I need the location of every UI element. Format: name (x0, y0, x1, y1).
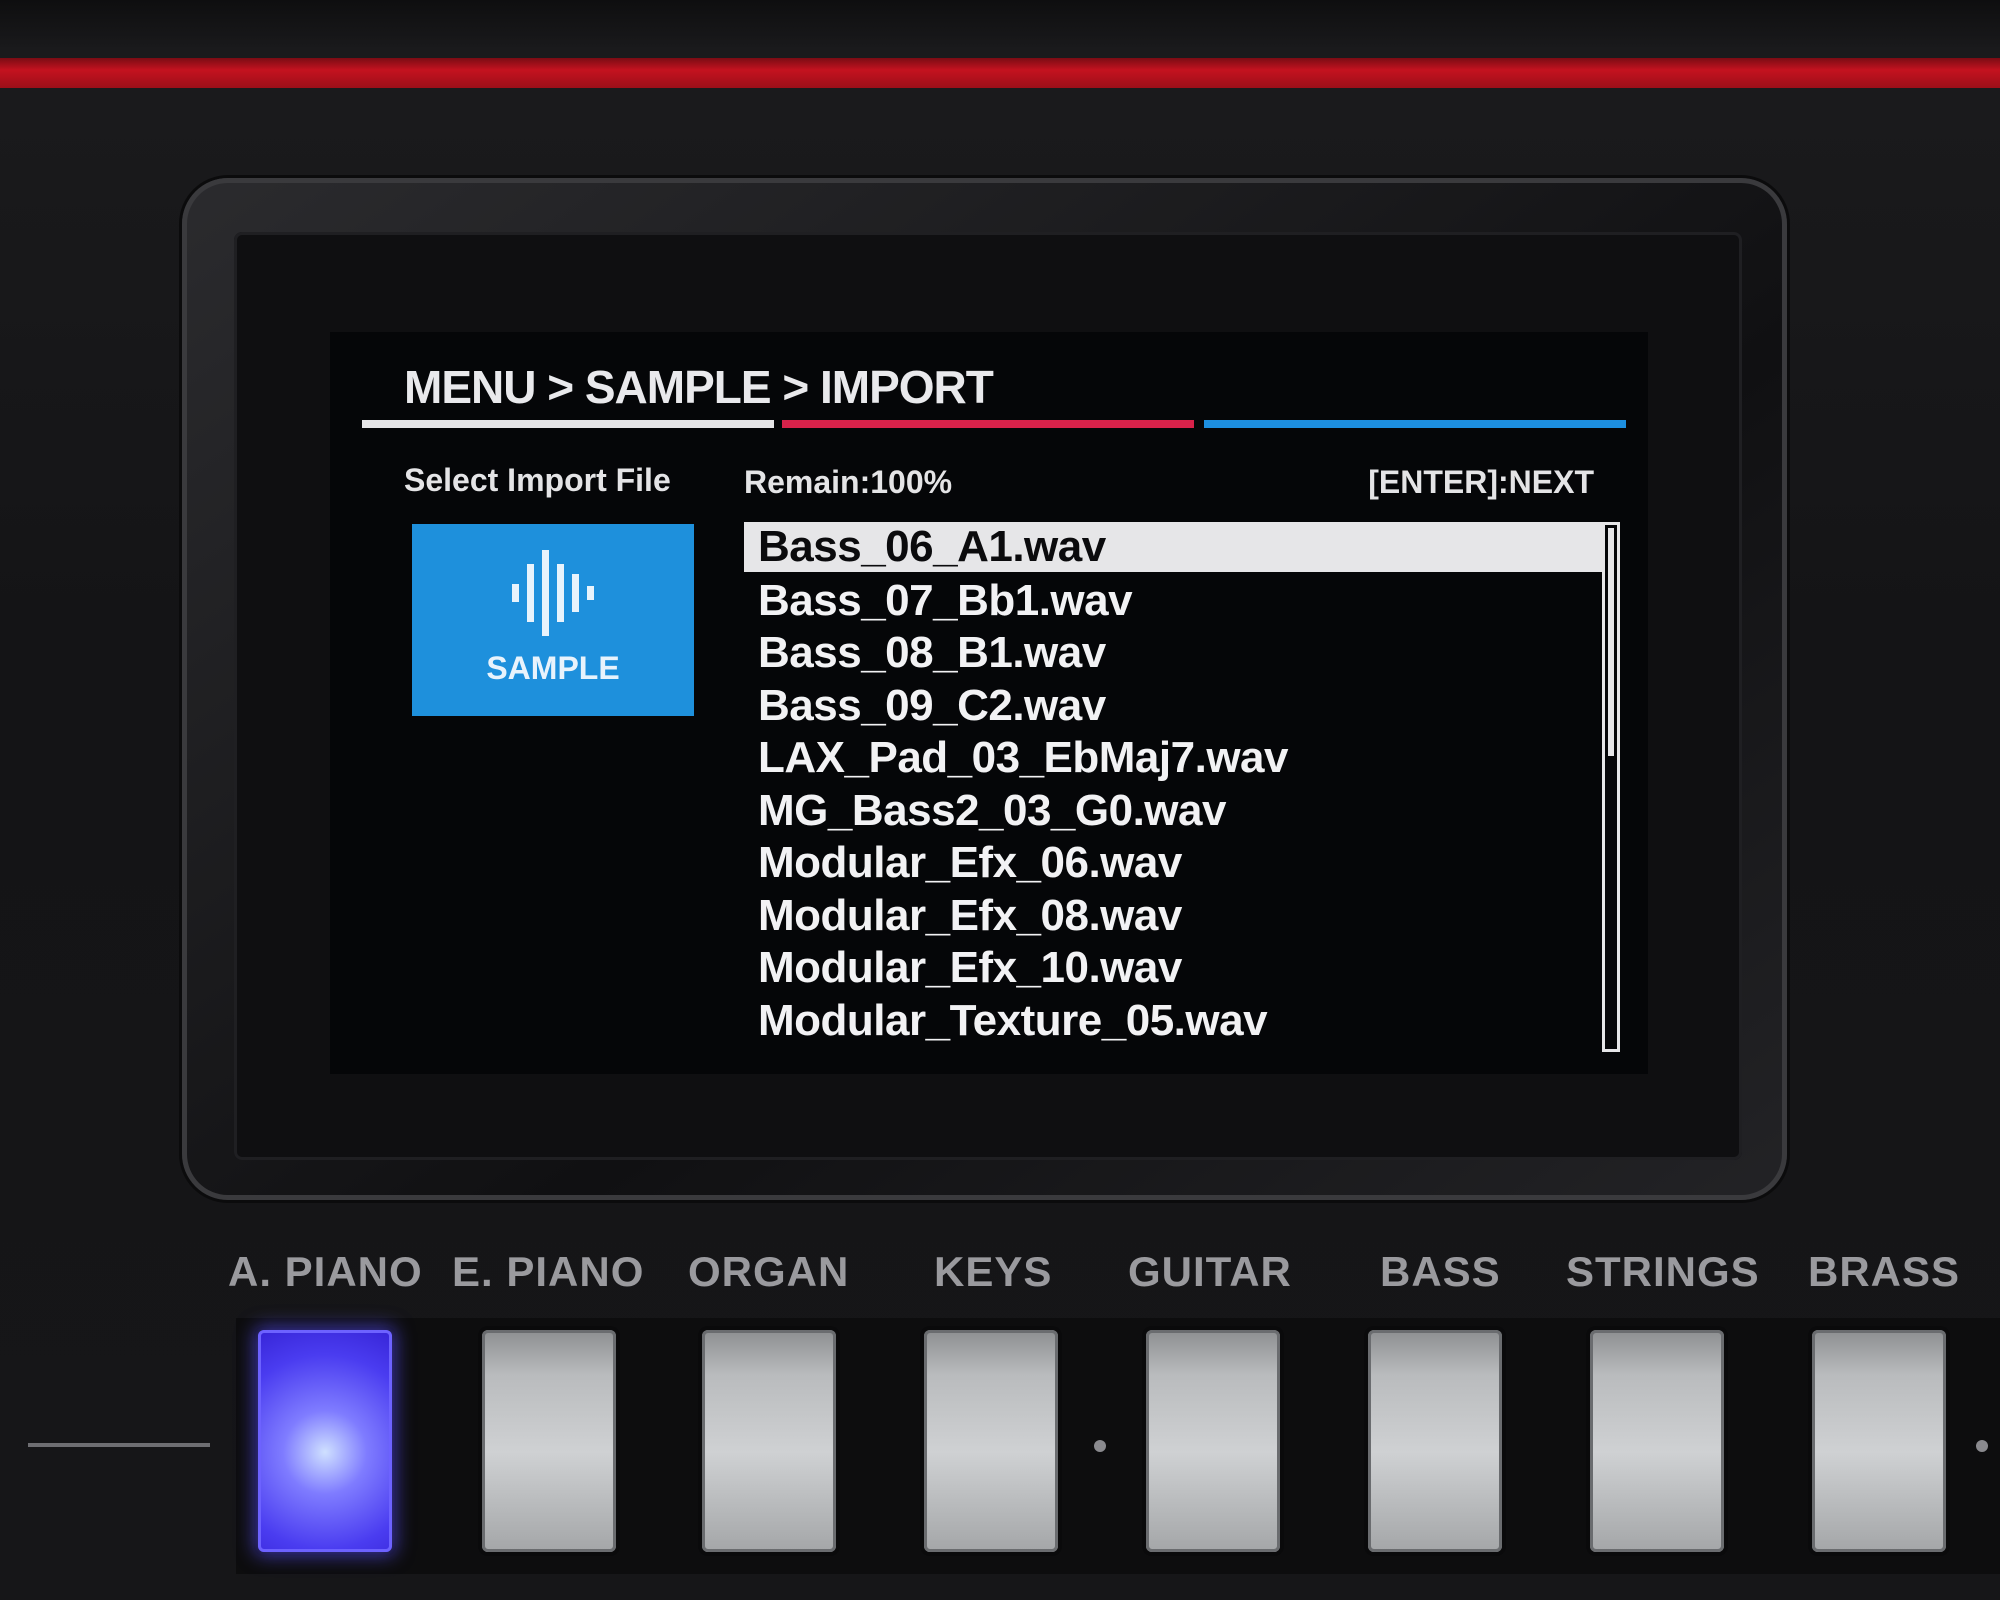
file-list-item[interactable]: Bass_09_C2.wav (744, 680, 1604, 733)
category-pad-button[interactable] (1812, 1330, 1946, 1552)
lcd-screen: MENU > SAMPLE > IMPORT Select Import Fil… (330, 332, 1648, 1074)
category-label: BRASS (1808, 1248, 1961, 1295)
select-import-label: Select Import File (404, 462, 671, 498)
waveform-icon (512, 550, 594, 636)
side-line (28, 1443, 210, 1447)
sample-tile-label: SAMPLE (486, 650, 620, 686)
file-list-item[interactable]: LAX_Pad_03_EbMaj7.wav (744, 732, 1604, 785)
category-label: STRINGS (1566, 1248, 1760, 1295)
scroll-thumb[interactable] (1608, 528, 1614, 756)
indicator-dot (1976, 1440, 1988, 1452)
breadcrumb: MENU > SAMPLE > IMPORT (404, 361, 994, 413)
category-label: GUITAR (1128, 1248, 1292, 1295)
top-trim (0, 0, 2000, 50)
file-list-item[interactable]: MG_Bass2_03_G0.wav (744, 785, 1604, 838)
category-pad-button[interactable] (924, 1330, 1058, 1552)
file-list-item[interactable]: Bass_07_Bb1.wav (744, 575, 1604, 628)
file-list-item[interactable]: Modular_Texture_05.wav (744, 995, 1604, 1048)
category-pad-button[interactable] (258, 1330, 392, 1552)
file-list: Bass_06_A1.wav Bass_07_Bb1.wav Bass_08_B1.… (744, 522, 1604, 1052)
file-list-item[interactable]: Bass_06_A1.wav (744, 522, 1604, 572)
header-bar-red (782, 420, 1194, 428)
file-list-item[interactable]: Modular_Efx_10.wav (744, 942, 1604, 995)
category-pad-button[interactable] (482, 1330, 616, 1552)
file-list-item[interactable]: Modular_Efx_06.wav (744, 837, 1604, 890)
synth-panel: MENU > SAMPLE > IMPORT Select Import Fil… (0, 0, 2000, 1600)
category-pad-button[interactable] (1368, 1330, 1502, 1552)
category-pad-button[interactable] (1590, 1330, 1724, 1552)
category-label: E. PIANO (452, 1248, 645, 1295)
category-label: A. PIANO (228, 1248, 423, 1295)
file-list-item[interactable]: Modular_Efx_08.wav (744, 890, 1604, 943)
category-label: BASS (1380, 1248, 1501, 1295)
red-accent-stripe (0, 58, 2000, 88)
category-pad-button[interactable] (702, 1330, 836, 1552)
scrollbar[interactable] (1602, 522, 1620, 1052)
file-list-item[interactable]: Bass_08_B1.wav (744, 627, 1604, 680)
category-pad-button[interactable] (1146, 1330, 1280, 1552)
enter-next-hint: [ENTER]:NEXT (1368, 464, 1594, 500)
header-bar-blue (1204, 420, 1626, 428)
remain-indicator: Remain:100% (744, 464, 953, 500)
category-label: ORGAN (688, 1248, 850, 1295)
indicator-dot (1094, 1440, 1106, 1452)
header-bar-white (362, 420, 774, 428)
category-label: KEYS (934, 1248, 1053, 1295)
sample-tile: SAMPLE (412, 524, 694, 716)
